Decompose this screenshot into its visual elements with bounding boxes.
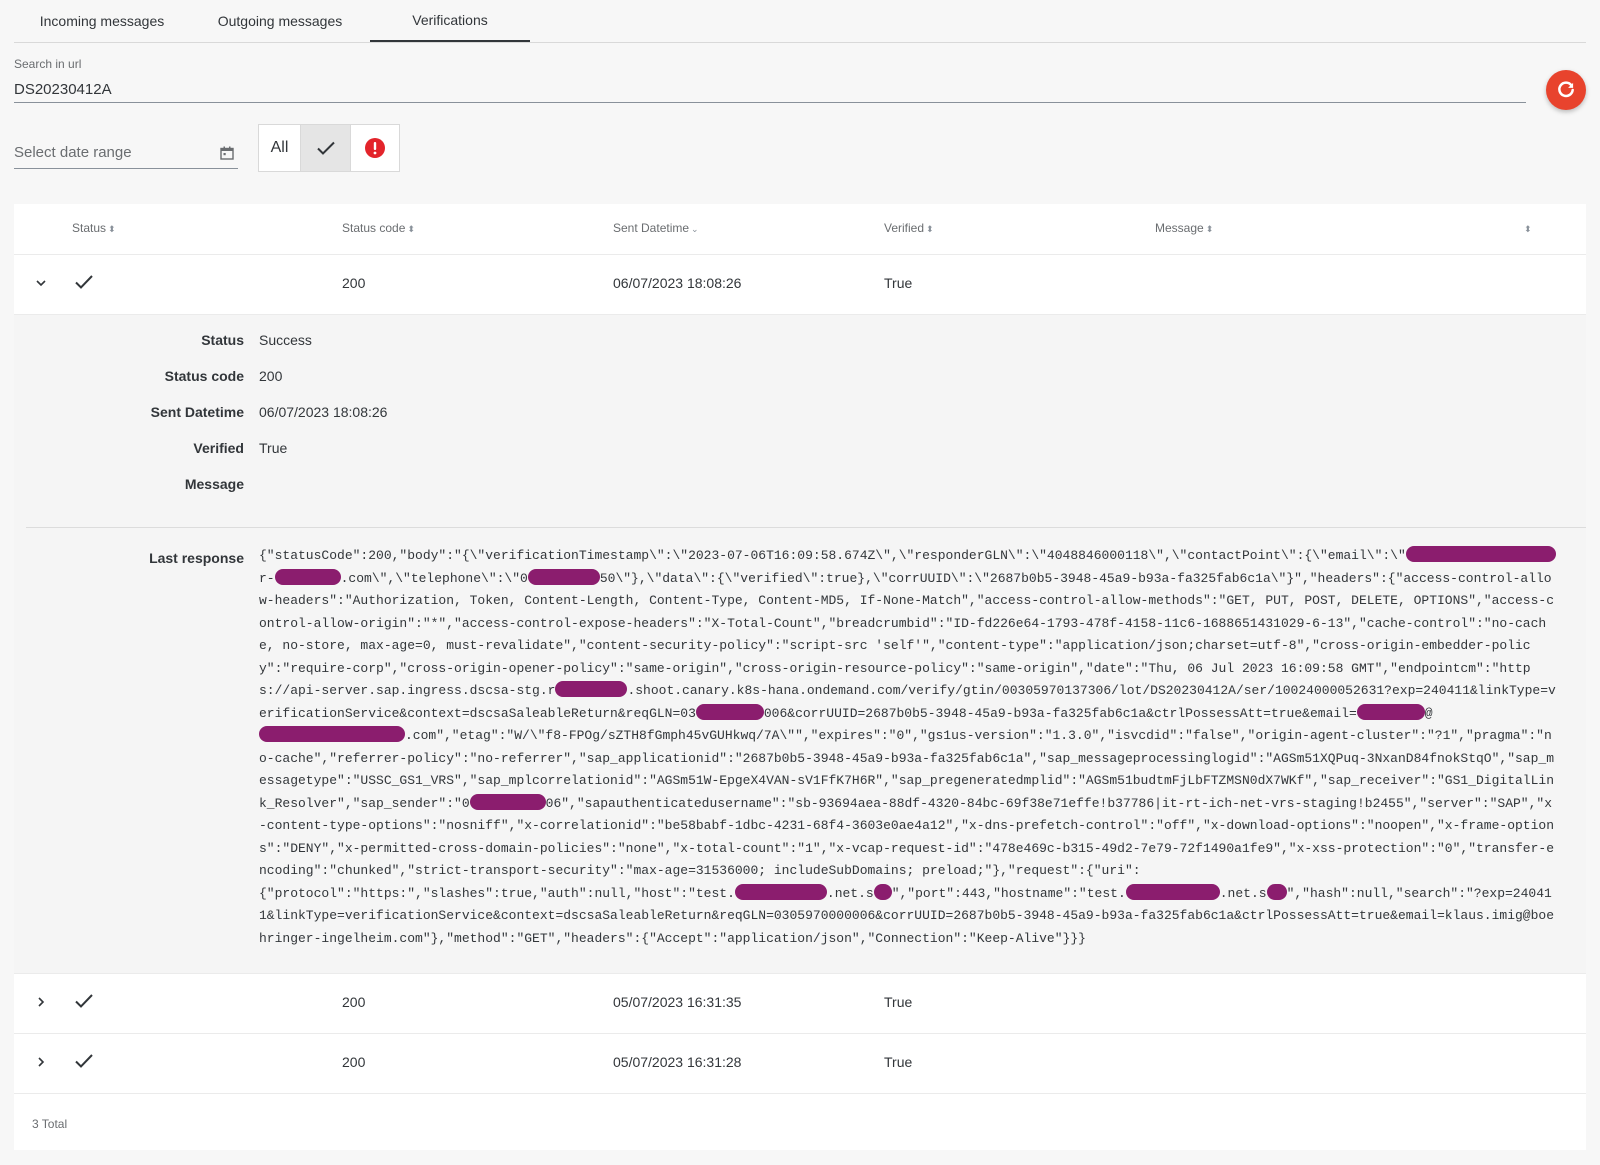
table-row[interactable]: 200 06/07/2023 18:08:26 True — [14, 255, 1586, 315]
redaction-mark — [873, 883, 892, 900]
redaction-mark — [469, 793, 546, 810]
sort-icon: ⬍ — [926, 224, 934, 234]
redaction-mark — [1266, 883, 1287, 900]
chevron-right-icon[interactable] — [34, 995, 48, 1009]
refresh-button[interactable] — [1546, 70, 1586, 110]
column-status[interactable]: Status ⬍ — [72, 221, 116, 235]
redaction-mark — [1405, 546, 1556, 562]
status-filter: All — [258, 124, 400, 172]
date-range-field[interactable] — [14, 138, 238, 169]
last-response-json: {"statusCode":200,"body":"{\"verificatio… — [259, 546, 1556, 946]
filter-all-button[interactable]: All — [259, 125, 300, 171]
sort-icon: ⬍ — [108, 224, 116, 234]
chevron-down-icon[interactable] — [34, 276, 48, 290]
column-sent-datetime[interactable]: Sent Datetime ⌄ — [613, 221, 699, 235]
total-count: 3 Total — [32, 1117, 68, 1131]
verifications-table: Status ⬍ Status code ⬍ Sent Datetime ⌄ Veri… — [14, 204, 1586, 1150]
detail-verified-label: Verified — [193, 440, 244, 456]
date-range-input[interactable] — [14, 140, 204, 164]
tab-incoming-messages[interactable]: Incoming messages — [14, 0, 190, 42]
detail-verified-value: True — [259, 440, 288, 456]
check-icon — [75, 275, 93, 289]
sort-desc-icon: ⌄ — [691, 224, 699, 234]
tab-verifications[interactable]: Verifications — [370, 0, 530, 42]
check-icon — [75, 994, 93, 1008]
tab-outgoing-messages[interactable]: Outgoing messages — [190, 0, 370, 42]
error-icon — [365, 138, 385, 158]
refresh-icon — [1558, 81, 1574, 98]
column-status-code[interactable]: Status code ⬍ — [342, 221, 415, 235]
sent-datetime-cell: 05/07/2023 16:31:28 — [613, 1054, 742, 1070]
redaction-mark — [555, 681, 628, 697]
filter-success-button[interactable] — [300, 125, 351, 171]
detail-divider — [26, 527, 1586, 528]
calendar-icon[interactable] — [220, 146, 234, 160]
redaction-mark — [695, 703, 764, 720]
detail-status-label: Status — [201, 332, 244, 348]
sent-datetime-cell: 06/07/2023 18:08:26 — [613, 275, 742, 291]
detail-code-value: 200 — [259, 368, 283, 384]
column-extra[interactable]: ⬍ — [1522, 221, 1532, 235]
column-verified[interactable]: Verified ⬍ — [884, 221, 934, 235]
sort-icon: ⬍ — [1205, 224, 1214, 234]
redaction-mark — [527, 568, 600, 585]
detail-datetime-value: 06/07/2023 18:08:26 — [259, 404, 388, 420]
row-details: Status Success Status code 200 Sent Date… — [14, 315, 1586, 974]
status-code-cell: 200 — [342, 1054, 366, 1070]
detail-code-label: Status code — [164, 368, 244, 384]
redaction-mark — [1125, 883, 1220, 900]
chevron-right-icon[interactable] — [34, 1055, 48, 1069]
detail-datetime-label: Sent Datetime — [150, 404, 244, 420]
redaction-mark — [274, 568, 341, 585]
table-footer: 3 Total — [14, 1094, 1586, 1150]
search-label: Search in url — [14, 57, 82, 71]
filter-error-button[interactable] — [351, 125, 399, 171]
sort-icon: ⬍ — [1524, 224, 1532, 234]
verified-cell: True — [884, 275, 913, 291]
redaction-mark — [1356, 703, 1425, 720]
verified-cell: True — [884, 994, 913, 1010]
tab-bar: Incoming messages Outgoing messages Veri… — [14, 0, 1586, 43]
last-response-label: Last response — [149, 550, 244, 566]
sort-icon: ⬍ — [407, 224, 415, 234]
detail-message-label: Message — [184, 476, 244, 492]
detail-status-value: Success — [259, 332, 312, 348]
table-header: Status ⬍ Status code ⬍ Sent Datetime ⌄ Veri… — [14, 204, 1586, 255]
verified-cell: True — [884, 1054, 913, 1070]
redaction-mark — [734, 883, 827, 900]
status-code-cell: 200 — [342, 275, 366, 291]
table-row[interactable]: 200 05/07/2023 16:31:35 True — [14, 974, 1586, 1034]
status-code-cell: 200 — [342, 994, 366, 1010]
check-icon — [75, 1054, 93, 1068]
search-input[interactable] — [14, 76, 1526, 103]
check-icon — [316, 141, 335, 155]
sent-datetime-cell: 05/07/2023 16:31:35 — [613, 994, 742, 1010]
redaction-mark — [259, 726, 405, 742]
table-row[interactable]: 200 05/07/2023 16:31:28 True — [14, 1034, 1586, 1094]
column-message[interactable]: Message ⬍ — [1155, 221, 1213, 235]
